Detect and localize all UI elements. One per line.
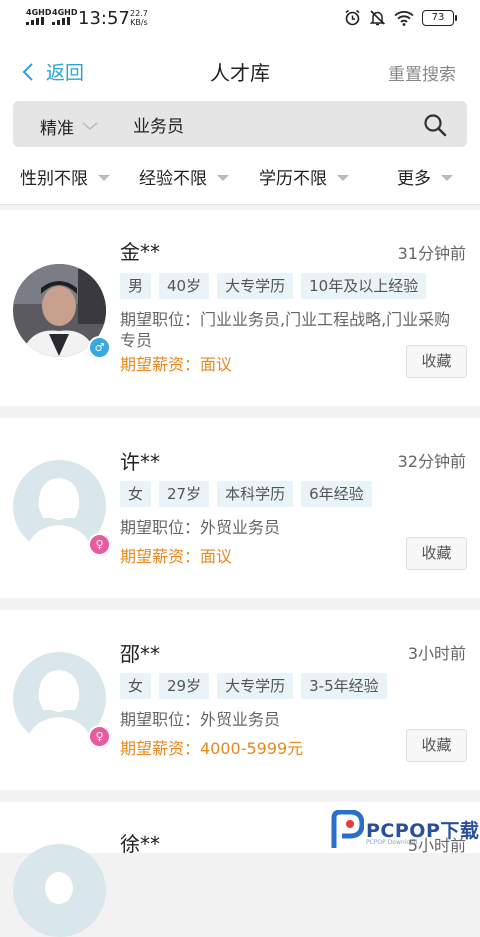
battery-indicator: 73: [422, 9, 457, 26]
pcpop-logo-icon: [331, 810, 364, 848]
candidate-tags: 男 40岁 大专学历 10年及以上经验: [120, 273, 427, 299]
search-input[interactable]: [133, 109, 403, 139]
tag-age: 40岁: [159, 273, 210, 299]
signal-label-1: 4GHD: [26, 8, 52, 17]
tag-experience: 10年及以上经验: [301, 273, 427, 299]
female-icon: ♀: [88, 533, 111, 556]
wifi-icon: [394, 10, 414, 26]
candidate-name: 许**: [120, 450, 160, 474]
search-mode-dropdown[interactable]: 精准: [40, 114, 98, 139]
tag-experience: 6年经验: [301, 481, 372, 507]
dropdown-triangle-icon: [98, 175, 110, 181]
tag-gender: 男: [120, 273, 152, 299]
expected-salary: 期望薪资：4000-5999元: [120, 739, 304, 758]
candidate-name: 邵**: [120, 642, 160, 666]
filter-education[interactable]: 学历不限: [259, 164, 349, 189]
alarm-icon: [345, 9, 360, 26]
signal-bars-icon: [52, 17, 72, 25]
candidate-name: 金**: [120, 240, 160, 264]
filter-bar: 性别不限 经验不限 学历不限 更多: [0, 152, 480, 205]
candidate-tags: 女 27岁 本科学历 6年经验: [120, 481, 372, 507]
dropdown-triangle-icon: [441, 175, 453, 181]
search-mode-label: 精准: [40, 119, 74, 139]
reset-search-button[interactable]: 重置搜索: [388, 60, 456, 85]
search-button[interactable]: [423, 113, 447, 141]
favorite-button[interactable]: 收藏: [406, 345, 467, 378]
candidate-tags: 女 29岁 大专学历 3-5年经验: [120, 673, 387, 699]
tag-gender: 女: [120, 673, 152, 699]
male-icon: ♂: [88, 336, 111, 359]
speed-unit: KB/s: [130, 18, 148, 27]
candidate-time: 3小时前: [407, 644, 466, 663]
watermark-logo: PCPOP下载 PCPOP Download: [330, 806, 480, 853]
tag-age: 27岁: [159, 481, 210, 507]
top-navbar: 返回 人才库 重置搜索: [0, 38, 480, 100]
filter-more-label: 更多: [397, 169, 431, 189]
status-bar: 4GHD 4GHD 13:57 22.7 KB/s 73: [0, 0, 480, 38]
favorite-button[interactable]: 收藏: [406, 729, 467, 762]
watermark-subtext: PCPOP Download: [366, 839, 418, 846]
mute-bell-icon: [369, 10, 386, 26]
tag-education: 大专学历: [217, 273, 294, 299]
dropdown-triangle-icon: [217, 175, 229, 181]
candidate-time: 31分钟前: [397, 244, 466, 263]
candidate-photo: [13, 844, 106, 937]
filter-gender-label: 性别不限: [20, 169, 88, 189]
candidate-time: 32分钟前: [397, 452, 466, 471]
tag-education: 大专学历: [217, 673, 294, 699]
speed-value: 22.7: [130, 9, 148, 18]
filter-more[interactable]: 更多: [397, 164, 453, 189]
female-icon: ♀: [88, 725, 111, 748]
filter-gender[interactable]: 性别不限: [20, 164, 110, 189]
filter-experience-label: 经验不限: [139, 169, 207, 189]
female-avatar-icon: [13, 844, 106, 937]
expected-salary: 期望薪资：面议: [120, 355, 233, 374]
signal-label-2: 4GHD: [52, 8, 78, 17]
candidate-card[interactable]: ♀ 邵** 3小时前 女 29岁 大专学历 3-5年经验 期望职位：外贸业务员 …: [0, 610, 480, 790]
network-speed: 22.7 KB/s: [130, 9, 148, 27]
candidate-card[interactable]: ♀ 许** 32分钟前 女 27岁 本科学历 6年经验 期望职位：外贸业务员 期…: [0, 418, 480, 598]
favorite-button[interactable]: 收藏: [406, 537, 467, 570]
search-area: 精准: [0, 100, 480, 152]
expected-position: 期望职位：外贸业务员: [120, 710, 281, 729]
tag-gender: 女: [120, 481, 152, 507]
expected-salary: 期望薪资：面议: [120, 547, 233, 566]
search-box: 精准: [13, 101, 467, 147]
dropdown-triangle-icon: [337, 175, 349, 181]
expected-position: 期望职位：外贸业务员: [120, 518, 281, 537]
signal-bars-icon: [26, 17, 46, 25]
search-icon: [424, 114, 447, 137]
candidate-card[interactable]: ♂ 金** 31分钟前 男 40岁 大专学历 10年及以上经验 期望职位：门业业…: [0, 210, 480, 406]
tag-experience: 3-5年经验: [301, 673, 387, 699]
status-time: 13:57: [78, 8, 130, 29]
filter-education-label: 学历不限: [259, 169, 327, 189]
tag-age: 29岁: [159, 673, 210, 699]
tag-education: 本科学历: [217, 481, 294, 507]
chevron-down-icon: [82, 122, 98, 130]
filter-experience[interactable]: 经验不限: [139, 164, 229, 189]
